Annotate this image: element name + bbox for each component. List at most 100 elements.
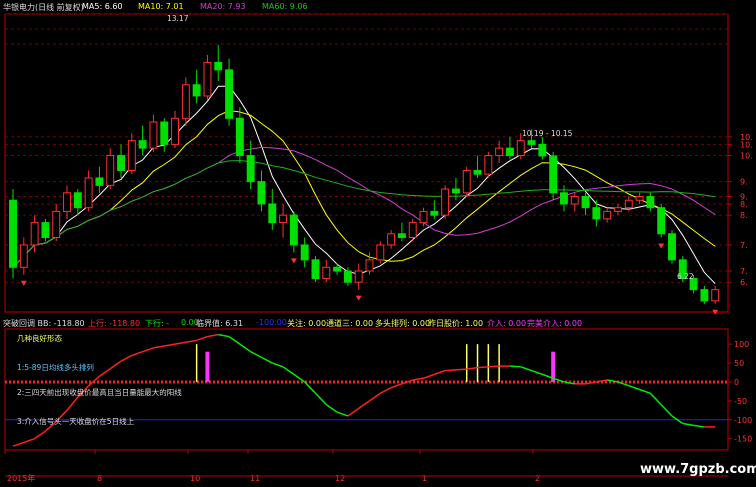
candle-body — [592, 207, 601, 220]
candle-body — [171, 117, 180, 145]
bb-segment — [239, 343, 252, 353]
watermark: www.7gpzb.com — [640, 462, 756, 477]
candle-body — [668, 233, 676, 261]
y-tick-label: 7. — [740, 267, 748, 276]
bb-segment — [390, 383, 403, 389]
focus-value: 关注: 0.00 — [287, 319, 327, 328]
legend-line-1: 几种良好形态 — [17, 334, 62, 343]
candle-body — [117, 155, 125, 171]
candle-body — [192, 84, 201, 97]
chart-canvas: 10.10.10.9.9.8.8.7.7.6.100500-50-100-150… — [4, 13, 753, 483]
candle-body — [127, 140, 136, 171]
bb-segment — [379, 386, 392, 394]
bb-segment — [153, 345, 165, 349]
channel-value: 通道三: 0.00 — [326, 319, 374, 328]
bb-segment — [455, 368, 467, 371]
candle-body — [138, 140, 147, 149]
candle-body — [559, 192, 568, 205]
enter-value: 介入: 0.00 — [487, 319, 527, 328]
bb-segment — [185, 339, 197, 343]
signal-arrow — [658, 243, 665, 249]
legend-line-3: 2:三四天前出现收盘价最高且当日量能最大的阳线 — [17, 388, 182, 397]
bb-segment — [23, 437, 35, 444]
candle-body — [279, 214, 288, 224]
chart-window: 10. 10. 10. 9. 9. 8. 8. 7. 7. 6. 100 50 0 -50 -100 -150… — [0, 0, 756, 487]
stock-title: 华银电力(日线 前复权) — [3, 3, 84, 12]
up-value: 上行: -118.80 — [88, 319, 141, 328]
candle-body — [462, 169, 471, 194]
candle-body — [343, 270, 352, 283]
ma10-label: MA10: 7.01 — [138, 2, 184, 11]
bb-segment — [131, 350, 143, 357]
candle-body — [333, 266, 342, 272]
prev-value: 昨日股价: 1.00 — [428, 319, 484, 328]
candle-body — [711, 289, 720, 302]
bb-segment — [682, 422, 694, 427]
y-tick-label: 7. — [740, 241, 748, 250]
y-tick-label: 10. — [740, 152, 753, 161]
bb-segment — [12, 441, 25, 447]
candle-body — [84, 177, 93, 209]
ma5-label: MA5: 6.60 — [82, 2, 123, 11]
candle-body — [160, 121, 169, 145]
y-tick-label: 8. — [740, 200, 748, 209]
candle-body — [387, 233, 396, 246]
candle-body — [376, 244, 385, 261]
candle-body — [268, 203, 277, 224]
bb-segment — [369, 392, 381, 402]
bb-segment — [445, 369, 456, 372]
candle-body — [516, 140, 525, 157]
sub-y-tick-label: -50 — [734, 397, 747, 406]
candle-body — [408, 222, 417, 239]
bb-segment — [607, 379, 619, 383]
bb-segment — [520, 366, 532, 372]
bb-segment — [509, 365, 521, 368]
bb-segment — [347, 407, 360, 417]
sub-y-tick-label: -100 — [734, 416, 752, 425]
candle-body — [624, 199, 633, 209]
high-annotation: 13.17 — [167, 14, 189, 23]
down-value: 下行: - — [145, 319, 170, 328]
bb-segment — [336, 411, 349, 417]
candle-body — [700, 289, 709, 302]
x-tick-label: 12 — [335, 474, 345, 483]
sub-y-tick-label: 0 — [734, 378, 739, 387]
bb-segment — [314, 392, 327, 406]
bb-segment — [164, 343, 176, 347]
bb-segment — [282, 366, 295, 375]
legend-line-2: 1:5-89日均线多头排列 — [17, 363, 94, 372]
candle-body — [225, 69, 234, 119]
candle-body — [203, 61, 212, 97]
bb-segment — [174, 341, 186, 345]
bb-segment — [466, 366, 478, 370]
candle-body — [30, 222, 39, 246]
candle-body — [73, 192, 82, 209]
blue-value: -100.00 — [256, 318, 287, 327]
candle-body — [419, 210, 428, 224]
candle-body — [635, 196, 644, 201]
candle-body — [397, 233, 406, 238]
sub-y-tick-label: 50 — [734, 359, 744, 368]
candle-body — [430, 210, 439, 216]
candle-body — [149, 121, 158, 149]
candle-body — [365, 259, 374, 272]
bb-segment — [66, 396, 79, 411]
candle-body — [538, 143, 547, 157]
candle-body — [95, 177, 104, 186]
bb-segment — [488, 365, 500, 368]
candle-body — [495, 147, 504, 157]
candle-body — [549, 155, 558, 194]
candle-body — [505, 147, 514, 157]
bb-segment — [628, 385, 640, 391]
bb-segment — [196, 335, 208, 342]
magenta-signal-bar — [205, 351, 210, 382]
perfect-value: 完美介入: 0.00 — [527, 319, 583, 328]
x-tick-label: 2015年 — [7, 473, 35, 483]
x-tick-label: 10 — [190, 474, 200, 483]
ma20-label: MA20: 7.93 — [200, 2, 246, 11]
bb-segment — [358, 400, 370, 410]
bb-segment — [207, 333, 219, 338]
candle-body — [19, 244, 28, 268]
candle-body — [527, 140, 536, 145]
candle-body — [311, 259, 320, 279]
